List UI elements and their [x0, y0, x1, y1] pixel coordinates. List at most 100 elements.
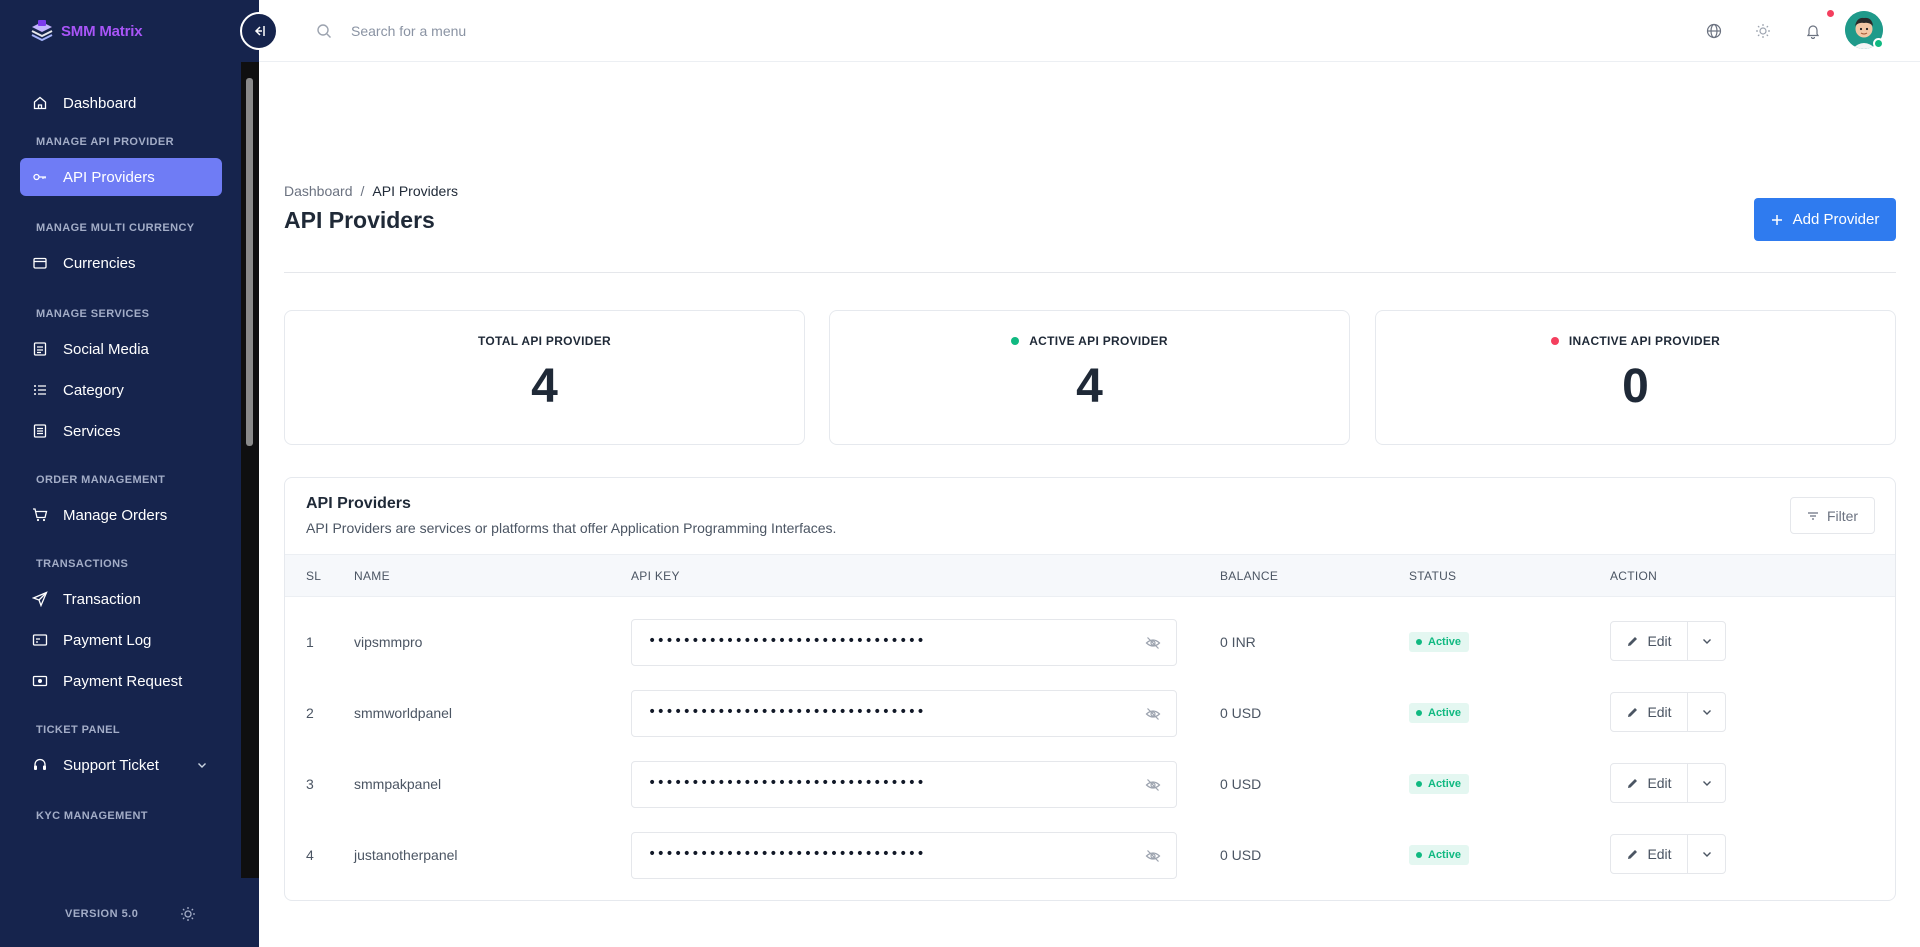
edit-button[interactable]: Edit — [1611, 622, 1688, 660]
status-badge: Active — [1409, 632, 1470, 652]
sidebar-item-services[interactable]: Services — [20, 412, 222, 450]
search-input[interactable] — [351, 18, 651, 44]
table-row: 2 smmworldpanel ••••••••••••••••••••••••… — [285, 668, 1895, 739]
api-key-field[interactable]: •••••••••••••••••••••••••••••••• — [631, 690, 1177, 737]
sidebar-item-support-ticket[interactable]: Support Ticket — [20, 746, 222, 784]
cell-name: vipsmmpro — [354, 634, 423, 650]
sidebar-item-transaction[interactable]: Transaction — [20, 580, 222, 618]
action-dropdown-toggle[interactable] — [1688, 764, 1725, 802]
card-icon — [32, 632, 48, 648]
table-row: 3 smmpakpanel ••••••••••••••••••••••••••… — [285, 739, 1895, 810]
chevron-down-icon — [1701, 635, 1713, 647]
sidebar-item-label: Dashboard — [63, 94, 137, 112]
action-dropdown-toggle[interactable] — [1688, 693, 1725, 731]
sidebar-item-api-providers[interactable]: API Providers — [20, 158, 222, 196]
pencil-icon — [1626, 635, 1639, 648]
services-icon — [32, 423, 48, 439]
table-subtitle: API Providers are services or platforms … — [306, 520, 837, 536]
edit-button[interactable]: Edit — [1611, 835, 1688, 873]
stat-value: 0 — [1622, 360, 1649, 413]
section-heading: TRANSACTIONS — [36, 558, 129, 570]
eye-off-icon[interactable] — [1145, 635, 1161, 651]
api-key-value: •••••••••••••••••••••••••••••••• — [648, 846, 926, 862]
sidebar-item-label: Category — [63, 381, 124, 399]
action-group: Edit — [1610, 692, 1726, 732]
action-dropdown-toggle[interactable] — [1688, 835, 1725, 873]
api-key-field[interactable]: •••••••••••••••••••••••••••••••• — [631, 832, 1177, 879]
api-key-value: •••••••••••••••••••••••••••••••• — [648, 704, 926, 720]
sidebar-item-label: Services — [63, 422, 121, 440]
api-key-field[interactable]: •••••••••••••••••••••••••••••••• — [631, 619, 1177, 666]
api-key-field[interactable]: •••••••••••••••••••••••••••••••• — [631, 761, 1177, 808]
api-key-value: •••••••••••••••••••••••••••••••• — [648, 775, 926, 791]
sidebar-item-social-media[interactable]: Social Media — [20, 330, 222, 368]
cell-balance: 0 USD — [1220, 776, 1262, 792]
brand-logo[interactable]: SMM Matrix — [29, 16, 143, 46]
pencil-icon — [1626, 706, 1639, 719]
sidebar-item-label: Payment Request — [63, 672, 183, 690]
breadcrumb-root[interactable]: Dashboard — [284, 183, 353, 199]
sun-icon[interactable] — [180, 906, 196, 922]
cell-name: justanotherpanel — [354, 847, 458, 863]
status-dot-icon — [1416, 781, 1422, 787]
edit-button[interactable]: Edit — [1611, 693, 1688, 731]
stat-label-wrap: INACTIVE API PROVIDER — [1376, 334, 1895, 348]
sidebar-item-manage-orders[interactable]: Manage Orders — [20, 496, 222, 534]
add-provider-button[interactable]: Add Provider — [1754, 198, 1896, 241]
column-header-name: NAME — [354, 569, 390, 583]
stat-label-wrap: TOTAL API PROVIDER — [285, 334, 804, 348]
column-header-sl: SL — [306, 569, 322, 583]
edit-label: Edit — [1647, 846, 1672, 862]
add-provider-label: Add Provider — [1792, 211, 1880, 228]
edit-button[interactable]: Edit — [1611, 764, 1688, 802]
home-icon — [32, 95, 48, 111]
version-label: VERSION 5.0 — [65, 908, 139, 920]
status-dot-icon — [1416, 639, 1422, 645]
cash-icon — [32, 673, 48, 689]
key-icon — [32, 169, 48, 185]
status-badge: Active — [1409, 703, 1470, 723]
stat-value: 4 — [531, 360, 558, 413]
globe-icon[interactable] — [1704, 21, 1724, 41]
action-dropdown-toggle[interactable] — [1688, 622, 1725, 660]
sidebar-item-label: Payment Log — [63, 631, 152, 649]
stat-value: 4 — [1076, 360, 1103, 413]
breadcrumb-current: API Providers — [372, 183, 458, 199]
sidebar-item-label: API Providers — [63, 168, 155, 186]
cell-balance: 0 USD — [1220, 847, 1262, 863]
section-heading: MANAGE MULTI CURRENCY — [36, 222, 195, 234]
list-icon — [32, 382, 48, 398]
sidebar-item-category[interactable]: Category — [20, 371, 222, 409]
sidebar-item-dashboard[interactable]: Dashboard — [20, 84, 222, 122]
sidebar-item-currencies[interactable]: Currencies — [20, 244, 222, 282]
section-heading: TICKET PANEL — [36, 724, 121, 736]
eye-off-icon[interactable] — [1145, 777, 1161, 793]
logo-icon — [29, 18, 55, 44]
status-dot-icon — [1416, 710, 1422, 716]
stat-label-wrap: ACTIVE API PROVIDER — [830, 334, 1349, 348]
sidebar-scrollbar-thumb[interactable] — [246, 78, 253, 446]
filter-button[interactable]: Filter — [1790, 497, 1875, 534]
cell-name: smmworldpanel — [354, 705, 453, 721]
stat-card-active: ACTIVE API PROVIDER 4 — [829, 310, 1350, 445]
sidebar-item-payment-request[interactable]: Payment Request — [20, 662, 222, 700]
action-group: Edit — [1610, 834, 1726, 874]
status-dot-icon — [1416, 852, 1422, 858]
sidebar-item-label: Currencies — [63, 254, 136, 272]
bell-icon[interactable] — [1803, 21, 1823, 41]
filter-label: Filter — [1826, 507, 1859, 524]
sidebar-item-payment-log[interactable]: Payment Log — [20, 621, 222, 659]
eye-off-icon[interactable] — [1145, 848, 1161, 864]
filter-icon — [1807, 510, 1819, 522]
status-label: Active — [1428, 778, 1462, 790]
eye-off-icon[interactable] — [1145, 706, 1161, 722]
cart-icon — [32, 507, 48, 523]
chevron-down-icon — [196, 759, 208, 771]
sun-icon[interactable] — [1753, 21, 1773, 41]
status-label: Active — [1428, 707, 1462, 719]
support-icon — [32, 757, 48, 773]
divider — [284, 272, 1896, 273]
sidebar-collapse-button[interactable] — [240, 12, 278, 50]
section-heading: ORDER MANAGEMENT — [36, 474, 166, 486]
providers-table-card: API Providers API Providers are services… — [284, 477, 1896, 901]
